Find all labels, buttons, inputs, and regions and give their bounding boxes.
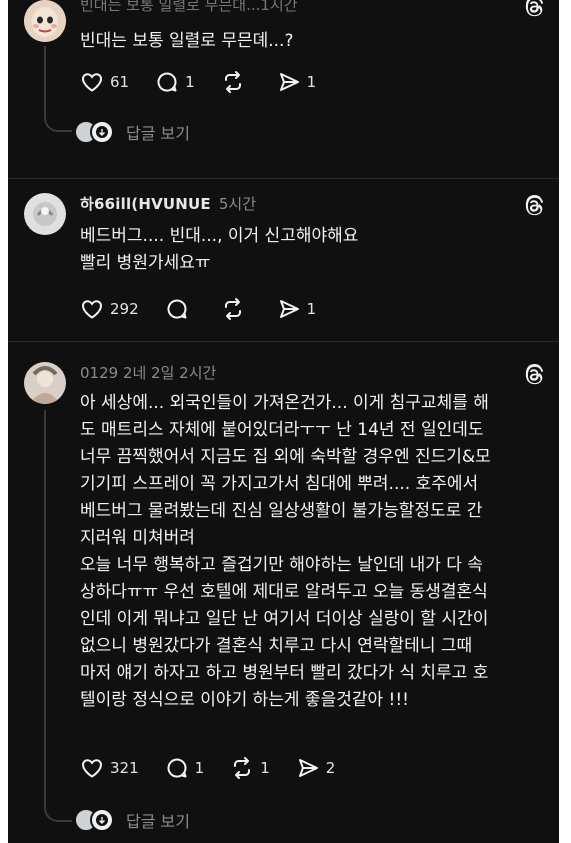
post-line: 빈대는 보통 일렬로 무믄뎨...? xyxy=(80,31,294,51)
comment-icon xyxy=(167,758,187,778)
threads-feed: 빈대는 보통 일렬로 무믄대...1시간 빈대는 보통 일렬로 무믄뎨...? … xyxy=(8,0,559,843)
like-count: 292 xyxy=(110,300,139,318)
post-header: 0129 2네 2일 2시간 xyxy=(80,362,216,383)
comment-count: 1 xyxy=(194,759,205,777)
send-icon xyxy=(298,759,318,777)
view-replies-button[interactable]: 답글 보기 xyxy=(74,120,190,144)
share-count: 1 xyxy=(306,300,317,318)
thread-line xyxy=(44,46,46,116)
repost-icon xyxy=(224,298,241,320)
post-line: 지러워 미쳐버려 xyxy=(80,528,195,548)
post-body: 아 세상에... 외국인들이 가져온건가... 이게 침구교체를 해 도 매트리… xyxy=(80,390,550,714)
comment-count: 1 xyxy=(185,73,195,91)
post-3[interactable]: 0129 2네 2일 2시간 아 세상에... 외국인들이 가져온건가... 이… xyxy=(8,342,559,843)
post-line: 아 세상에... 외국인들이 가져온건가... 이게 침구교체를 해 xyxy=(80,393,489,413)
heart-icon xyxy=(81,73,103,92)
repost-button[interactable]: 1 xyxy=(230,756,270,780)
like-count: 61 xyxy=(110,73,130,91)
post-header: 빈대는 보통 일렬로 무믄대...1시간 xyxy=(80,0,298,15)
post-actions: 292 1 xyxy=(80,297,342,321)
send-icon xyxy=(279,73,299,91)
post-actions: 61 1 1 xyxy=(80,70,342,94)
comment-icon xyxy=(167,299,187,319)
post-header: 하66ill(HVUNUE 5시간 xyxy=(80,193,256,214)
view-replies-label: 답글 보기 xyxy=(126,124,190,143)
arrow-down-icon xyxy=(96,814,108,826)
reply-avatar-expand xyxy=(90,120,114,144)
send-icon xyxy=(279,300,299,318)
post-line: 텔이랑 정식으로 이야기 하는게 좋을것같아 !!! xyxy=(80,690,409,710)
share-count: 2 xyxy=(325,759,336,777)
avatar[interactable] xyxy=(24,362,66,404)
heart-icon xyxy=(81,759,103,778)
post-1[interactable]: 빈대는 보통 일렬로 무믄대...1시간 빈대는 보통 일렬로 무믄뎨...? … xyxy=(8,0,559,178)
reply-avatar-expand xyxy=(90,808,114,832)
threads-logo-icon[interactable] xyxy=(523,364,545,386)
post-line: 도 매트리스 자체에 붙어있더라ㅜㅜ 난 14년 전 일인데도 xyxy=(80,420,484,440)
post-line: 너무 끔찍했어서 지금도 집 외에 숙박할 경우엔 진드기&모 xyxy=(80,447,491,467)
avatar[interactable] xyxy=(24,0,66,42)
post-line: 상하다ㅠㅠ 우선 호텔에 제대로 알려두고 오늘 동생결혼식 xyxy=(80,582,488,602)
comment-button[interactable]: 1 xyxy=(165,756,205,780)
post-line: 베드버그.... 빈대..., 이거 신고해야해요 xyxy=(80,226,359,246)
post-line: 베드버그 물려봤는데 진심 일상생활이 불가능할정도로 간 xyxy=(80,501,483,521)
post-line: 오늘 너무 행복하고 즐겁기만 해야하는 날인데 내가 다 속 xyxy=(80,555,483,575)
post-line: 인데 이게 뭐냐고 일단 난 여기서 더이상 실랑이 할 시간이 xyxy=(80,609,489,629)
like-button[interactable]: 61 xyxy=(80,70,129,94)
repost-count: 1 xyxy=(260,759,270,777)
share-button[interactable]: 1 xyxy=(277,297,317,321)
threads-logo-icon[interactable] xyxy=(523,0,545,18)
post-header-text: 0129 2네 2일 2시간 xyxy=(80,364,217,382)
comment-button[interactable]: 1 xyxy=(155,70,195,94)
post-2[interactable]: 하66ill(HVUNUE 5시간 베드버그.... 빈대..., 이거 신고해… xyxy=(8,179,559,341)
post-line: 빨리 병원가세요ㅠ xyxy=(80,253,211,273)
repost-icon xyxy=(224,71,241,93)
share-button[interactable]: 1 xyxy=(277,70,317,94)
share-button[interactable]: 2 xyxy=(296,756,336,780)
view-replies-button[interactable]: 답글 보기 xyxy=(74,808,190,832)
username[interactable]: 하66ill(HVUNUE xyxy=(80,193,211,214)
post-actions: 321 1 1 2 xyxy=(80,756,361,780)
like-count: 321 xyxy=(110,759,139,777)
thread-curve xyxy=(44,798,72,822)
post-header-text: 빈대는 보통 일렬로 무믄대...1시간 xyxy=(80,0,298,14)
repost-button[interactable] xyxy=(221,297,251,321)
view-replies-label: 답글 보기 xyxy=(126,812,190,831)
post-body: 베드버그.... 빈대..., 이거 신고해야해요 빨리 병원가세요ㅠ xyxy=(80,223,550,277)
avatar[interactable] xyxy=(24,193,66,235)
thread-line xyxy=(44,410,46,806)
post-line: 마저 얘기 하자고 하고 병원부터 빨리 갔다가 식 치루고 호 xyxy=(80,663,489,683)
threads-logo-icon[interactable] xyxy=(523,195,545,217)
comment-icon xyxy=(157,72,177,92)
post-time: 5시간 xyxy=(218,195,257,213)
arrow-down-icon xyxy=(96,126,108,138)
like-button[interactable]: 292 xyxy=(80,297,139,321)
comment-button[interactable] xyxy=(165,297,195,321)
thread-curve xyxy=(44,108,72,132)
post-line: 없으니 병원갔다가 결혼식 치루고 다시 연락할테니 그때 xyxy=(80,636,473,656)
like-button[interactable]: 321 xyxy=(80,756,139,780)
repost-icon xyxy=(234,757,251,779)
post-line: 기기피 스프레이 꼭 가지고가서 침대에 뿌려.... 호주에서 xyxy=(80,474,479,494)
share-count: 1 xyxy=(306,73,317,91)
post-body: 빈대는 보통 일렬로 무믄뎨...? xyxy=(80,28,550,55)
heart-icon xyxy=(81,300,103,319)
repost-button[interactable] xyxy=(221,70,251,94)
